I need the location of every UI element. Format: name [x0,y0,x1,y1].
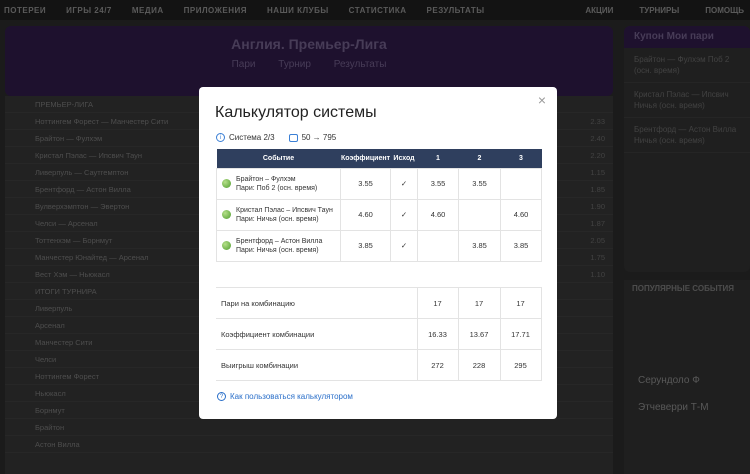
combo-cell [458,198,501,231]
football-icon [222,241,231,250]
header-combo-2: 2 [458,149,501,168]
combo-cell [500,167,542,200]
header-outcome: Исход [390,149,418,168]
check-icon: ✓ [390,167,418,200]
combo-cell: 3.55 [458,167,501,200]
header-combo-3: 3 [500,149,542,168]
combo-cell: 3.85 [500,229,542,262]
stake-label: 50 → 795 [301,133,337,142]
combo-cell: 4.60 [500,198,542,231]
check-icon: ✓ [390,198,418,231]
close-icon[interactable]: × [535,93,549,107]
summary-cell: 295 [499,349,542,381]
event-name: Брентфорд – Астон Вилла [236,237,323,245]
system-calculator-modal: × Калькулятор системы i Система 2/3 50 →… [199,87,557,419]
system-label: Система 2/3 [229,133,275,142]
summary-cell: 13.67 [457,318,500,350]
header-coef: Коэффициент [340,149,391,168]
header-combo-1: 1 [417,149,459,168]
football-icon [222,179,231,188]
table-row: Пари на комбинацию 17 17 17 [216,287,542,319]
events-combination-table: Событие Коэффициент Исход 1 2 3 Брайтон … [216,149,542,262]
table-header-row: Событие Коэффициент Исход 1 2 3 [216,149,542,168]
table-row: Выигрыш комбинации 272 228 295 [216,349,542,381]
combo-cell: 4.60 [417,198,459,231]
event-name: Кристал Пэлас – Ипсвич Таун [236,206,333,214]
stake-icon [288,133,298,142]
info-icon: i [216,133,225,142]
combo-cell [417,229,459,262]
summary-cell: 16.33 [416,318,458,350]
summary-label: Выигрыш комбинации [216,349,417,381]
football-icon [222,210,231,219]
coef-cell: 3.55 [340,167,391,200]
event-bet: Пари: Ничья (осн. время) [236,246,319,254]
summary-cell: 17 [457,287,500,319]
event-bet: Пари: Поб 2 (осн. время) [236,184,318,192]
help-link-text[interactable]: Как пользоваться калькулятором [230,392,353,401]
header-event: Событие [216,149,341,168]
table-row: Брентфорд – Астон Вилла Пари: Ничья (осн… [216,229,542,262]
summary-cell: 17 [416,287,458,319]
table-row: Кристал Пэлас – Ипсвич Таун Пари: Ничья … [216,198,542,231]
summary-label: Пари на комбинацию [216,287,417,319]
event-name: Брайтон – Фулхэм [236,175,296,183]
combo-cell: 3.55 [417,167,459,200]
calculator-help-link[interactable]: ? Как пользоваться калькулятором [217,392,353,401]
event-bet: Пари: Ничья (осн. время) [236,215,319,223]
summary-cell: 228 [457,349,500,381]
summary-cell: 17.71 [499,318,542,350]
event-cell: Кристал Пэлас – Ипсвич Таун Пари: Ничья … [216,198,341,231]
question-icon: ? [217,392,226,401]
modal-title: Калькулятор системы [215,104,377,121]
check-icon: ✓ [390,229,418,262]
summary-cell: 272 [416,349,458,381]
event-cell: Брентфорд – Астон Вилла Пари: Ничья (осн… [216,229,341,262]
combo-cell: 3.85 [458,229,501,262]
table-row: Коэффициент комбинации 16.33 13.67 17.71 [216,318,542,350]
event-cell: Брайтон – Фулхэм Пари: Поб 2 (осн. время… [216,167,341,200]
combination-summary-table: Пари на комбинацию 17 17 17 Коэффициент … [216,287,542,381]
summary-cell: 17 [499,287,542,319]
calculator-meta: i Система 2/3 50 → 795 [216,133,336,142]
coef-cell: 3.85 [340,229,391,262]
coef-cell: 4.60 [340,198,391,231]
table-row: Брайтон – Фулхэм Пари: Поб 2 (осн. время… [216,167,542,200]
summary-label: Коэффициент комбинации [216,318,417,350]
